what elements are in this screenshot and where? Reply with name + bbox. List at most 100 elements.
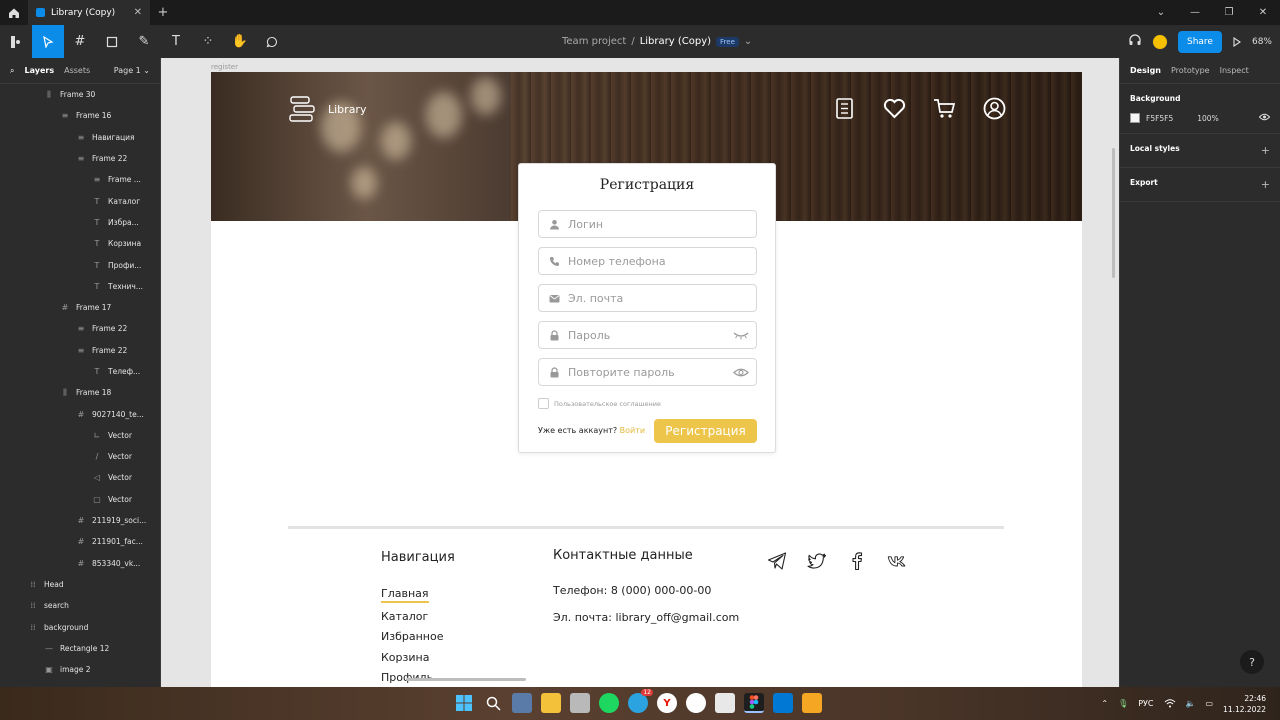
- register-button[interactable]: Регистрация: [654, 419, 757, 443]
- text-tool-icon[interactable]: T: [160, 25, 192, 58]
- app-icon[interactable]: [715, 693, 735, 713]
- shape-tool-icon[interactable]: [96, 25, 128, 58]
- move-tool-icon[interactable]: [32, 25, 64, 58]
- canvas[interactable]: register Library Регистрация Логин Номер…: [161, 58, 1119, 687]
- task-view-icon[interactable]: [512, 693, 532, 713]
- new-tab-button[interactable]: +: [150, 5, 176, 20]
- windows-start-icon[interactable]: [454, 693, 474, 713]
- layer-row[interactable]: ≡ Frame 16: [0, 105, 160, 126]
- app-icon[interactable]: [802, 693, 822, 713]
- background-swatch[interactable]: [1130, 113, 1140, 123]
- layer-row[interactable]: T Корзина: [0, 233, 160, 254]
- agreement-checkbox[interactable]: [538, 398, 549, 409]
- footer-link-favorites[interactable]: Избранное: [381, 630, 443, 643]
- hand-tool-icon[interactable]: ✋: [224, 25, 256, 58]
- close-window-icon[interactable]: ✕: [1246, 0, 1280, 25]
- maximize-icon[interactable]: ❐: [1212, 0, 1246, 25]
- vertical-scrollbar[interactable]: [1112, 148, 1115, 278]
- resources-icon[interactable]: ⁘: [192, 25, 224, 58]
- layer-row[interactable]: ⁞⁞ Head: [0, 574, 160, 595]
- catalog-list-icon[interactable]: [832, 96, 857, 121]
- minimize-icon[interactable]: —: [1178, 0, 1212, 25]
- microphone-icon[interactable]: 🎙: [1118, 699, 1128, 708]
- login-link[interactable]: Войти: [620, 426, 645, 435]
- page-selector[interactable]: Page 1 ⌄: [114, 66, 150, 75]
- headphones-icon[interactable]: [1128, 32, 1142, 51]
- file-explorer-icon[interactable]: [541, 693, 561, 713]
- background-hex[interactable]: F5F5F5: [1146, 114, 1173, 123]
- layer-row[interactable]: ≡ Frame 22: [0, 340, 160, 361]
- present-play-icon[interactable]: [1232, 32, 1242, 51]
- yandex-browser-icon[interactable]: Y: [657, 693, 677, 713]
- help-button[interactable]: ?: [1240, 650, 1264, 674]
- background-opacity[interactable]: 100%: [1197, 114, 1218, 123]
- file-name[interactable]: Library (Copy): [640, 36, 711, 47]
- eye-icon[interactable]: [733, 367, 749, 378]
- close-tab-icon[interactable]: ✕: [134, 7, 142, 18]
- layer-row[interactable]: #9027140_te...: [0, 403, 160, 424]
- app-icon[interactable]: [686, 693, 706, 713]
- agreement-label[interactable]: Пользовательское соглашение: [554, 400, 661, 408]
- footer-link-catalog[interactable]: Каталог: [381, 610, 428, 623]
- search-icon[interactable]: [483, 693, 503, 713]
- file-tab[interactable]: Library (Copy) ✕: [28, 0, 150, 25]
- layer-row[interactable]: ⫼ Frame 18: [0, 382, 160, 403]
- chevron-down-icon[interactable]: ⌄: [1144, 0, 1178, 25]
- comment-tool-icon[interactable]: [256, 25, 288, 58]
- zoom-level[interactable]: 68%: [1252, 37, 1272, 47]
- footer-link-cart[interactable]: Корзина: [381, 651, 429, 664]
- app-icon[interactable]: [570, 693, 590, 713]
- password-field[interactable]: Пароль: [538, 321, 757, 349]
- layer-row[interactable]: ≡ Frame 22: [0, 148, 160, 169]
- layer-row[interactable]: #211919_soci...: [0, 510, 160, 531]
- eye-closed-icon[interactable]: [733, 330, 749, 341]
- telegram-app-icon[interactable]: 12: [628, 689, 653, 713]
- share-button[interactable]: Share: [1178, 30, 1222, 53]
- wifi-icon[interactable]: [1164, 698, 1176, 710]
- telegram-icon[interactable]: [767, 551, 787, 571]
- project-name[interactable]: Team project: [562, 36, 626, 47]
- footer-link-home[interactable]: Главная: [381, 587, 429, 603]
- logo[interactable]: Library: [288, 94, 366, 124]
- frame-label[interactable]: register: [211, 63, 238, 71]
- file-menu-chevron-icon[interactable]: ⌄: [744, 36, 752, 47]
- layer-row[interactable]: #211901_fac...: [0, 531, 160, 552]
- horizontal-scrollbar[interactable]: [406, 678, 526, 681]
- layer-row[interactable]: T Профи...: [0, 254, 160, 275]
- layer-row[interactable]: T Технич...: [0, 276, 160, 297]
- pen-tool-icon[interactable]: ✎: [128, 25, 160, 58]
- login-field[interactable]: Логин: [538, 210, 757, 238]
- tab-inspect[interactable]: Inspect: [1220, 66, 1249, 75]
- facebook-icon[interactable]: [847, 551, 867, 571]
- layer-row[interactable]: ≡ Frame 22: [0, 318, 160, 339]
- layer-row[interactable]: ◁ Vector: [0, 467, 160, 488]
- clock[interactable]: 22:46 11.12.2022: [1223, 693, 1266, 715]
- layer-row[interactable]: ≡ Навигация: [0, 127, 160, 148]
- battery-icon[interactable]: ▭: [1205, 699, 1213, 708]
- layer-row[interactable]: T Избра...: [0, 212, 160, 233]
- layer-row[interactable]: ⁞⁞ background: [0, 616, 160, 637]
- language-indicator[interactable]: РУС: [1138, 699, 1153, 708]
- layer-row[interactable]: ⫼ Frame 30: [0, 84, 160, 105]
- layer-row[interactable]: / Vector: [0, 446, 160, 467]
- heart-icon[interactable]: [882, 96, 907, 121]
- tab-design[interactable]: Design: [1130, 66, 1161, 75]
- vk-icon[interactable]: [887, 551, 907, 571]
- layer-row[interactable]: T Телеф...: [0, 361, 160, 382]
- tab-assets[interactable]: Assets: [64, 66, 90, 75]
- main-menu-icon[interactable]: [0, 25, 32, 58]
- chevron-up-icon[interactable]: ⌃: [1101, 699, 1108, 708]
- layer-row[interactable]: — Rectangle 12: [0, 638, 160, 659]
- layer-row[interactable]: ≡ Frame ...: [0, 169, 160, 190]
- email-field[interactable]: Эл. почта: [538, 284, 757, 312]
- layer-row[interactable]: T Каталог: [0, 190, 160, 211]
- repeat-password-field[interactable]: Повторите пароль: [538, 358, 757, 386]
- add-style-icon[interactable]: +: [1261, 144, 1270, 157]
- add-export-icon[interactable]: +: [1261, 178, 1270, 191]
- search-layers-icon[interactable]: ⌕: [10, 66, 14, 76]
- volume-icon[interactable]: 🔈: [1186, 699, 1196, 708]
- vscode-icon[interactable]: [773, 693, 793, 713]
- figma-app-icon[interactable]: [744, 693, 764, 713]
- layer-row[interactable]: #853340_vk...: [0, 553, 160, 574]
- visibility-eye-icon[interactable]: [1258, 113, 1271, 123]
